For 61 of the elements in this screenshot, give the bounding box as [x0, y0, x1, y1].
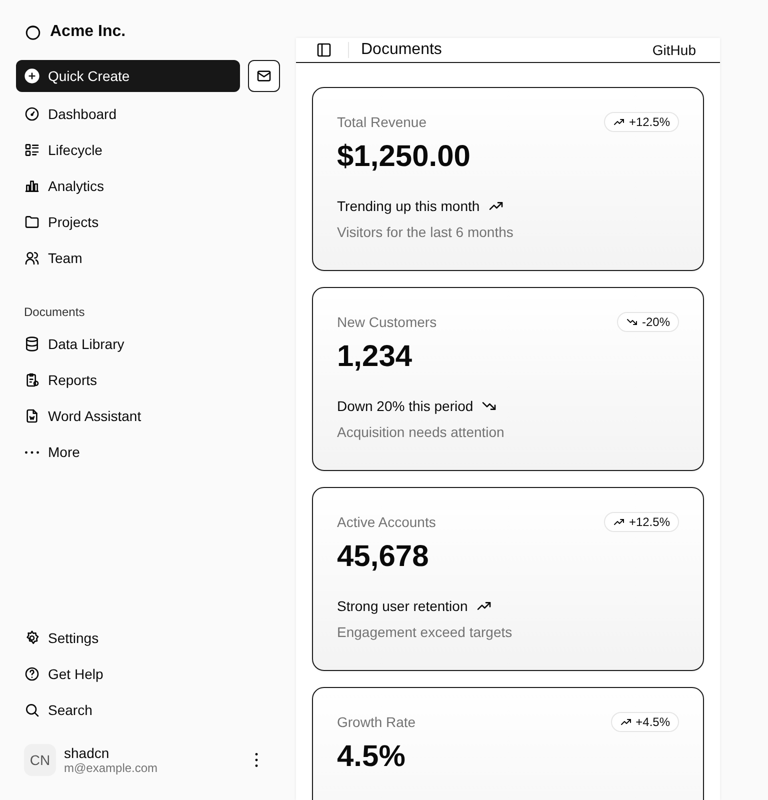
- help-icon: [24, 666, 40, 682]
- bar-chart-icon: [24, 178, 40, 194]
- sidebar-item[interactable]: Dashboard: [16, 96, 280, 132]
- card-description: Visitors for the last 6 months: [337, 224, 514, 240]
- card-value: 1,234: [337, 340, 414, 374]
- sidebar-item[interactable]: Lifecycle: [16, 132, 280, 168]
- sidebar-item[interactable]: Get Help: [16, 656, 280, 692]
- sidebar-item[interactable]: Word Assistant: [16, 398, 280, 434]
- more-button[interactable]: [255, 753, 258, 767]
- trend-up-icon: [612, 116, 625, 128]
- sidebar-item[interactable]: Reports: [16, 362, 280, 398]
- database-icon: [24, 336, 40, 352]
- trend-down-icon: [626, 316, 638, 328]
- folder-icon: [24, 214, 40, 230]
- search-icon: [24, 702, 40, 718]
- trend-badge: +12.5%: [604, 112, 679, 132]
- plus-circle-icon: [24, 68, 40, 84]
- list-icon: [24, 142, 40, 158]
- sidebar-item[interactable]: Analytics: [16, 168, 280, 204]
- trend-up-icon: [612, 516, 625, 528]
- sidebar-item[interactable]: Projects: [16, 204, 280, 240]
- card-headline: Down 20% this period: [337, 398, 474, 414]
- trend-badge: +12.5%: [604, 512, 679, 532]
- document-icon: [24, 408, 40, 424]
- card-headline: Strong user retention: [337, 598, 468, 614]
- circle-logo-icon: [24, 23, 42, 41]
- sidebar-item[interactable]: Settings: [16, 620, 280, 656]
- user-name: shadcn: [64, 745, 110, 761]
- inbox-button[interactable]: [248, 60, 280, 92]
- sidebar-item[interactable]: More: [16, 434, 280, 470]
- sidebar-item[interactable]: Data Library: [16, 326, 280, 362]
- sidebar-item[interactable]: Team: [16, 240, 280, 276]
- mail-icon: [256, 68, 272, 84]
- card-value: 45,678: [337, 540, 430, 574]
- panel-icon: [316, 42, 332, 58]
- card-label: Active Accounts: [337, 514, 436, 530]
- card-label: New Customers: [337, 314, 437, 330]
- gauge-icon: [24, 106, 40, 122]
- card-value: 4.5%: [337, 740, 406, 774]
- settings-icon: [24, 630, 40, 646]
- card-value: $1,250.00: [337, 140, 472, 174]
- dots-vertical-icon: [255, 753, 258, 767]
- card-label: Growth Rate: [337, 714, 416, 730]
- card-label: Total Revenue: [337, 114, 427, 130]
- page-title: Documents: [361, 41, 443, 59]
- dots-icon: [25, 450, 39, 454]
- users-icon: [24, 250, 40, 266]
- trend-badge: -20%: [616, 312, 679, 332]
- sidebar-item[interactable]: Search: [16, 692, 280, 728]
- user-email: m@example.com: [64, 761, 159, 775]
- trend-up-icon: [620, 716, 632, 728]
- section-heading: Documents: [23, 304, 86, 321]
- card-description: Acquisition needs attention: [337, 424, 506, 440]
- trend-badge: +4.5%: [610, 712, 679, 732]
- github-link[interactable]: GitHub: [652, 42, 696, 58]
- card-headline: Trending up this month: [337, 198, 480, 214]
- avatar: CN: [24, 744, 56, 776]
- quick-create-button[interactable]: Quick Create: [16, 60, 240, 92]
- card-description: Engagement exceed targets: [337, 624, 514, 640]
- brand-name: Acme Inc.: [50, 23, 126, 41]
- clipboard-icon: [24, 372, 40, 388]
